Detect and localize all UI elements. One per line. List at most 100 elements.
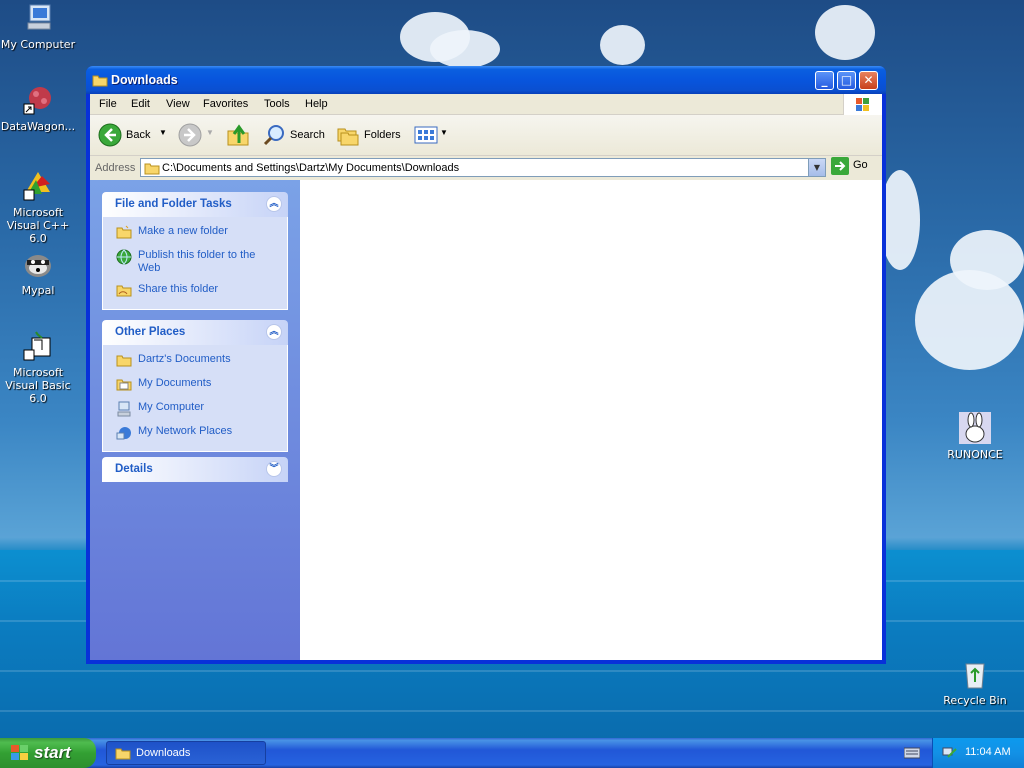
cloud xyxy=(880,170,920,270)
desktop-icon-label: Microsoft Visual C++ 6.0 xyxy=(6,206,70,245)
menu-tools[interactable]: Tools xyxy=(264,98,290,110)
chevron-down-icon: ▼ xyxy=(813,163,821,172)
menu-view[interactable]: View xyxy=(166,98,190,110)
panel-header[interactable]: File and Folder Tasks ︽ xyxy=(102,192,288,217)
cloud xyxy=(600,25,645,65)
link-label: My Network Places xyxy=(138,425,233,437)
share-folder-link[interactable]: Share this folder xyxy=(103,281,287,301)
back-label: Back xyxy=(126,129,151,141)
desktop-icon-recycle-bin[interactable]: Recycle Bin xyxy=(934,658,1016,707)
folders-icon xyxy=(336,123,360,150)
panel-title: File and Folder Tasks xyxy=(115,198,232,210)
folder-icon xyxy=(115,746,131,763)
network-places-icon xyxy=(116,425,132,440)
link-label: Make a new folder xyxy=(138,225,228,237)
network-tray-icon[interactable] xyxy=(942,745,958,764)
desktop-icon-label: Mypal xyxy=(21,284,55,297)
desktop-icon-visual-basic[interactable]: Microsoft Visual Basic 6.0 xyxy=(0,330,79,405)
task-pane: File and Folder Tasks ︽ Make a new folde… xyxy=(90,180,300,660)
desktop-icon-label: DataWagon... xyxy=(0,120,76,133)
my-computer-icon xyxy=(22,2,54,34)
publish-folder-web-link[interactable]: Publish this folder to the Web xyxy=(103,247,287,277)
address-label: Address xyxy=(95,162,136,174)
windows-flag-icon xyxy=(10,744,30,765)
desktop-icon-visual-cpp[interactable]: Microsoft Visual C++ 6.0 xyxy=(0,170,79,245)
address-value: C:\Documents and Settings\Dartz\My Docum… xyxy=(162,162,460,174)
views-button[interactable]: ▼ xyxy=(414,121,450,149)
make-new-folder-link[interactable]: Make a new folder xyxy=(103,223,287,243)
cloud xyxy=(815,5,875,60)
window-body: File Edit View Favorites Tools Help Back… xyxy=(90,94,882,660)
my-network-places-link[interactable]: My Network Places xyxy=(103,423,287,443)
panel-header[interactable]: Details ︾ xyxy=(102,457,288,482)
back-button[interactable]: Back ▼ xyxy=(96,121,168,149)
taskbar: start Downloads 11:04 AM xyxy=(0,738,1024,768)
up-folder-icon xyxy=(226,123,250,150)
my-computer-link[interactable]: My Computer xyxy=(103,399,287,419)
minimize-button[interactable]: _ xyxy=(815,71,834,90)
panel-header[interactable]: Other Places ︽ xyxy=(102,320,288,345)
desktop-icon-my-computer[interactable]: My Computer xyxy=(0,2,79,51)
file-folder-tasks-panel: File and Folder Tasks ︽ Make a new folde… xyxy=(102,192,288,310)
folder-icon xyxy=(116,353,132,367)
chevron-down-icon: ▼ xyxy=(440,128,448,137)
keyboard-icon[interactable] xyxy=(903,747,921,762)
clock[interactable]: 11:04 AM xyxy=(965,746,1011,758)
datawagon-shortcut-icon xyxy=(22,84,54,116)
maximize-button[interactable]: □ xyxy=(837,71,856,90)
cloud xyxy=(430,30,500,68)
share-folder-icon xyxy=(116,283,132,297)
search-button[interactable]: Search xyxy=(260,121,328,149)
chevron-down-icon: ▼ xyxy=(159,128,167,137)
folders-button[interactable]: Folders xyxy=(334,121,402,149)
folder-icon xyxy=(144,161,160,178)
my-documents-link[interactable]: My Documents xyxy=(103,375,287,395)
desktop-icon-label: RUNONCE xyxy=(947,448,1003,461)
forward-arrow-icon xyxy=(178,123,202,150)
address-input[interactable]: C:\Documents and Settings\Dartz\My Docum… xyxy=(140,158,826,177)
address-dropdown-button[interactable]: ▼ xyxy=(808,159,825,176)
taskbar-button-label: Downloads xyxy=(136,747,191,759)
folder-icon xyxy=(92,73,108,90)
menu-file[interactable]: File xyxy=(99,98,117,110)
go-arrow-icon xyxy=(831,157,849,178)
close-button[interactable]: ✕ xyxy=(859,71,878,90)
link-label: My Computer xyxy=(138,401,205,413)
link-label: Publish this folder to the Web xyxy=(138,249,256,274)
collapse-chevron-icon[interactable]: ︽ xyxy=(266,324,282,340)
desktop-icon-datawagon[interactable]: DataWagon... xyxy=(0,84,79,133)
menu-help[interactable]: Help xyxy=(305,98,328,110)
menu-edit[interactable]: Edit xyxy=(131,98,150,110)
file-list-area[interactable] xyxy=(300,180,882,660)
desktop-icon-runonce[interactable]: RUNONCE xyxy=(934,412,1016,461)
toolbar: Back ▼ ▼ Search Folders ▼ xyxy=(90,115,882,156)
panel-body: Dartz's Documents My Documents My Comput… xyxy=(102,345,288,452)
visual-basic-icon xyxy=(22,330,54,362)
taskbar-button-downloads[interactable]: Downloads xyxy=(106,741,266,765)
desktop-icon-label: My Computer xyxy=(0,38,76,51)
explorer-window: Downloads _ □ ✕ File Edit View Favorites… xyxy=(86,66,886,664)
link-label: My Documents xyxy=(138,377,212,389)
start-button[interactable]: start xyxy=(0,738,96,768)
menu-favorites[interactable]: Favorites xyxy=(203,98,248,110)
desktop-icon-mypal[interactable]: Mypal xyxy=(0,248,79,297)
close-icon: ✕ xyxy=(863,73,874,87)
expand-chevron-icon[interactable]: ︾ xyxy=(266,461,282,477)
search-icon xyxy=(262,123,286,150)
folders-label: Folders xyxy=(364,129,401,141)
chevron-down-icon: ▼ xyxy=(206,128,214,137)
address-bar: Address C:\Documents and Settings\Dartz\… xyxy=(90,156,882,180)
collapse-chevron-icon[interactable]: ︽ xyxy=(266,196,282,212)
up-folder-button[interactable] xyxy=(226,121,252,149)
dartz-documents-link[interactable]: Dartz's Documents xyxy=(103,351,287,371)
link-label: Dartz's Documents xyxy=(138,353,231,365)
panel-title: Other Places xyxy=(115,326,186,338)
windows-flag-logo xyxy=(843,94,882,115)
runonce-rabbit-icon xyxy=(959,412,991,444)
my-documents-icon xyxy=(116,377,132,391)
desktop-icon-label: Microsoft Visual Basic 6.0 xyxy=(5,366,71,405)
mypal-raccoon-icon xyxy=(22,248,54,280)
title-bar[interactable]: Downloads _ □ ✕ xyxy=(86,66,886,94)
forward-button[interactable]: ▼ xyxy=(176,121,216,149)
go-label: Go xyxy=(853,159,868,171)
